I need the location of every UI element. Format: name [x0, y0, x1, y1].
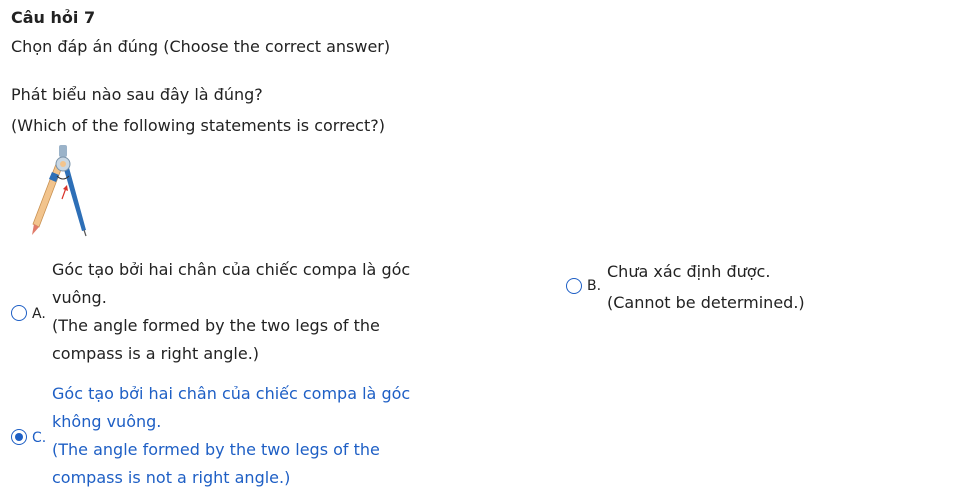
option-c-line3: (The angle formed by the two legs of the: [52, 440, 380, 459]
option-b-letter: B.: [587, 278, 602, 294]
option-c-text[interactable]: Góc tạo bởi hai chân của chiếc compa là …: [52, 380, 442, 492]
option-b-line1: Chưa xác định được.: [607, 262, 771, 281]
option-a-line2: vuông.: [52, 288, 107, 307]
option-b-line2: (Cannot be determined.): [607, 293, 805, 312]
option-a-line3: (The angle formed by the two legs of the: [52, 316, 380, 335]
question-text-en: (Which of the following statements is co…: [11, 116, 385, 135]
question-title: Câu hỏi 7: [11, 8, 96, 27]
option-a-text[interactable]: Góc tạo bởi hai chân của chiếc compa là …: [52, 256, 442, 368]
option-a-letter: A.: [32, 306, 46, 322]
option-c-line4: compass is not a right angle.): [52, 468, 291, 487]
option-a-radio[interactable]: [11, 305, 27, 321]
question-instruction: Chọn đáp án đúng (Choose the correct ans…: [11, 37, 391, 56]
option-c-line1: Góc tạo bởi hai chân của chiếc compa là …: [52, 384, 411, 403]
option-b-radio[interactable]: [566, 278, 582, 294]
option-c-letter: C.: [32, 430, 47, 446]
compass-icon: [26, 142, 96, 241]
option-b-text[interactable]: Chưa xác định được. (Cannot be determine…: [607, 256, 957, 318]
option-a-line4: compass is a right angle.): [52, 344, 260, 363]
option-c-radio[interactable]: [11, 429, 27, 445]
option-c-line2: không vuông.: [52, 412, 162, 431]
question-text-vi: Phát biểu nào sau đây là đúng?: [11, 85, 263, 104]
option-a-line1: Góc tạo bởi hai chân của chiếc compa là …: [52, 260, 411, 279]
